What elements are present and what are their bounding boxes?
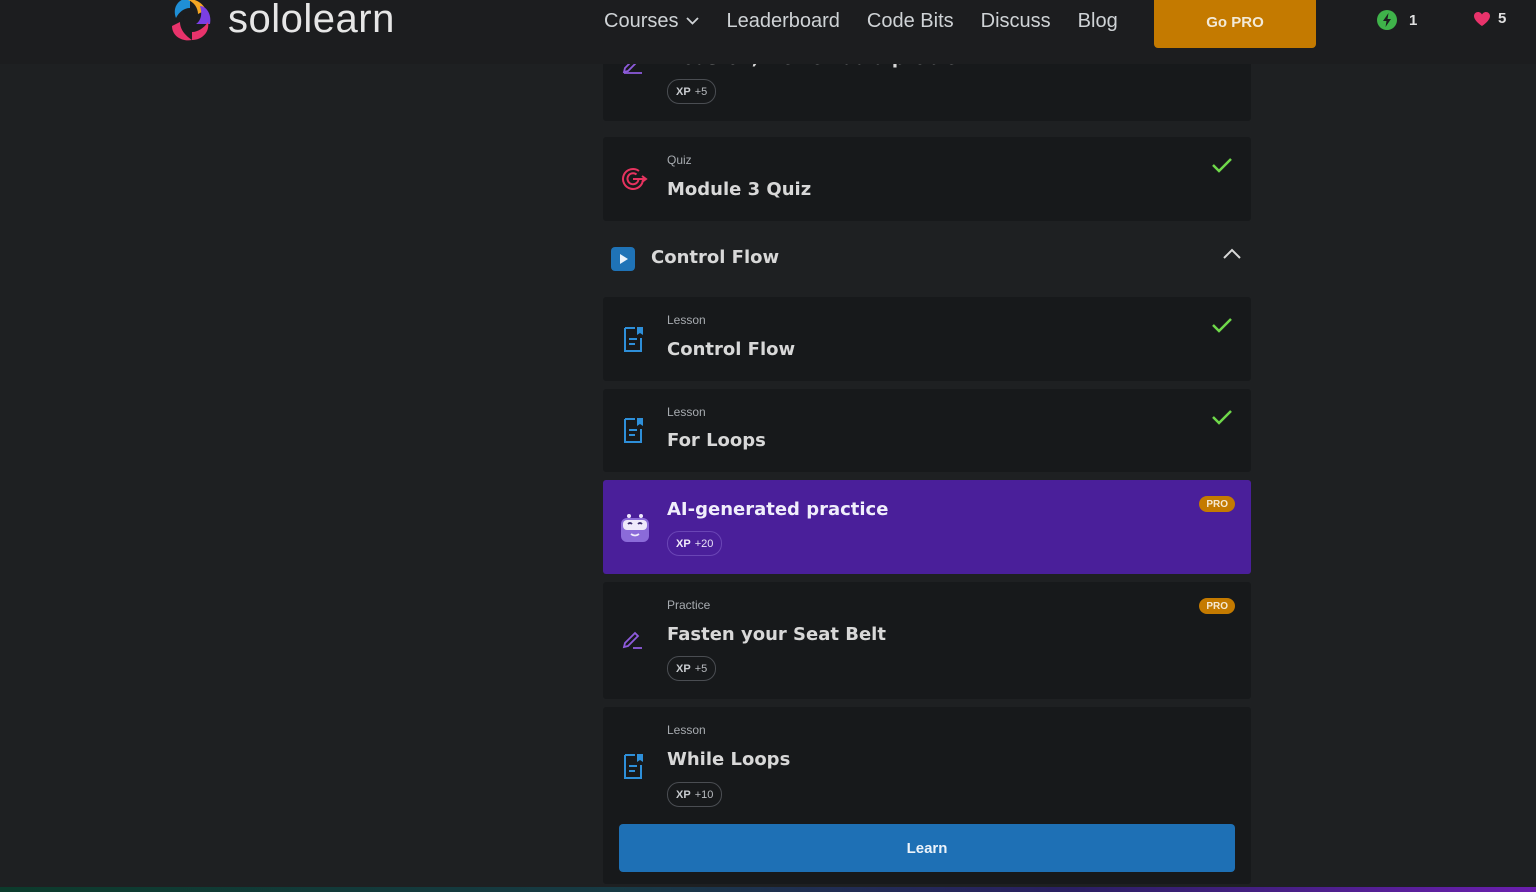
check-icon — [1212, 158, 1232, 173]
section-header-control-flow[interactable]: Control Flow — [603, 240, 1251, 280]
card-title: For Loops — [667, 430, 766, 451]
logo-icon — [172, 0, 211, 41]
card-title: While Loops — [667, 749, 791, 770]
chevron-up-icon[interactable] — [1223, 248, 1241, 259]
lesson-card-control-flow[interactable]: Lesson Control Flow — [603, 297, 1251, 381]
card-title: Control Flow — [667, 339, 796, 360]
xp-badge: XP +10 — [667, 782, 723, 807]
xp-label: XP — [676, 662, 691, 675]
quiz-card[interactable]: Quiz Module 3 Quiz — [603, 137, 1251, 221]
pro-badge: PRO — [1199, 598, 1235, 614]
streak-counter[interactable]: 1 — [1377, 10, 1417, 30]
lesson-card-for-loops[interactable]: Lesson For Loops — [603, 389, 1251, 472]
lesson-icon — [624, 418, 643, 443]
lesson-icon — [624, 327, 643, 352]
xp-badge: XP +5 — [667, 79, 717, 104]
practice-card-seat-belt[interactable]: Practice Fasten your Seat Belt XP +5 PRO — [603, 582, 1251, 699]
xp-badge: XP +20 — [667, 531, 723, 556]
card-type: Lesson — [667, 313, 706, 327]
nav-blog[interactable]: Blog — [1078, 10, 1118, 33]
streak-count: 1 — [1409, 11, 1418, 29]
play-icon — [611, 247, 635, 271]
heart-icon — [1474, 11, 1490, 26]
ai-practice-card[interactable]: AI-generated practice XP +20 PRO — [603, 480, 1251, 574]
hearts-counter[interactable]: 5 — [1473, 10, 1506, 27]
xp-value: +10 — [694, 788, 714, 801]
learn-button[interactable]: Learn — [619, 824, 1235, 872]
robot-icon — [621, 514, 649, 542]
go-pro-button[interactable]: Go PRO — [1154, 0, 1316, 48]
sololearn-logo[interactable]: sololearn — [166, 0, 395, 44]
lesson-card-while-loops[interactable]: Lesson While Loops XP +10 Learn — [603, 707, 1251, 884]
pro-badge: PRO — [1199, 496, 1235, 512]
target-icon — [622, 168, 648, 190]
main-nav: Courses Leaderboard Code Bits Discuss Bl… — [604, 6, 1145, 36]
hearts-count: 5 — [1498, 10, 1507, 27]
chevron-down-icon — [686, 17, 700, 25]
xp-label: XP — [676, 537, 691, 550]
card-title: Fasten your Seat Belt — [667, 624, 886, 645]
logo-text: sololearn — [228, 0, 395, 41]
xp-label: XP — [676, 85, 691, 98]
xp-label: XP — [676, 788, 691, 801]
nav-courses[interactable]: Courses — [604, 9, 700, 33]
card-type: Lesson — [667, 723, 706, 737]
xp-badge: XP +5 — [667, 656, 717, 681]
lesson-icon — [624, 754, 643, 779]
card-type: Quiz — [667, 153, 692, 167]
xp-value: +5 — [694, 662, 708, 675]
xp-value: +5 — [694, 85, 708, 98]
xp-value: +20 — [694, 537, 714, 550]
section-title: Control Flow — [651, 247, 780, 268]
pencil-icon — [622, 631, 642, 649]
card-title: AI-generated practice — [667, 499, 889, 520]
card-title: Module 3 Quiz — [667, 179, 812, 200]
nav-discuss[interactable]: Discuss — [981, 10, 1051, 33]
nav-leaderboard[interactable]: Leaderboard — [726, 10, 839, 33]
card-type: Lesson — [667, 405, 706, 419]
nav-code-bits[interactable]: Code Bits — [867, 10, 954, 33]
check-icon — [1212, 410, 1232, 425]
card-type: Practice — [667, 598, 711, 612]
top-header: sololearn Courses Leaderboard Code Bits … — [0, 0, 1536, 64]
bottom-gradient-bar — [0, 887, 1536, 892]
nav-courses-label: Courses — [604, 9, 679, 32]
bolt-icon — [1377, 10, 1397, 30]
check-icon — [1212, 318, 1232, 333]
